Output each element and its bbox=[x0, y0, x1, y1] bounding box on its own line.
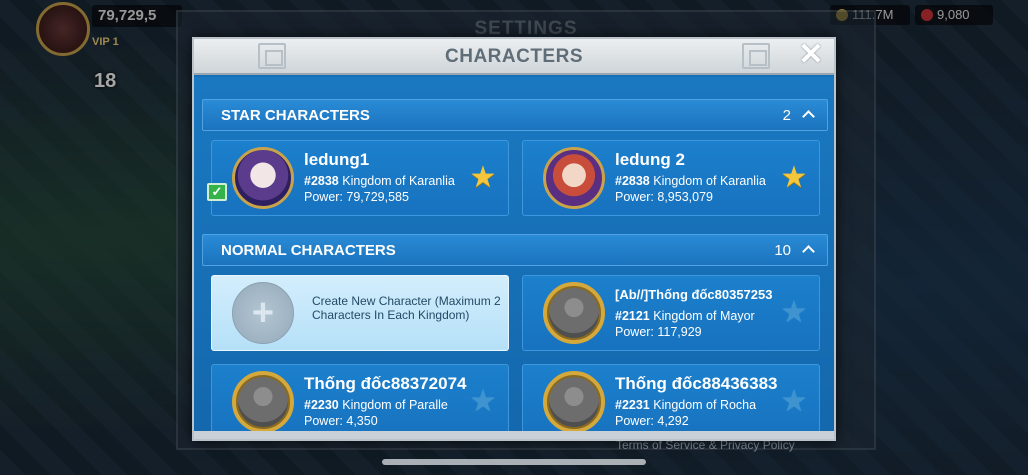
character-kingdom: #2231 Kingdom of Rocha bbox=[615, 398, 756, 412]
kingdom-name: Kingdom of Karanlia bbox=[653, 174, 766, 188]
kingdom-id: #2230 bbox=[304, 398, 339, 412]
section-title: STAR CHARACTERS bbox=[221, 107, 370, 124]
character-name: Thống đốc88436383 bbox=[615, 374, 778, 393]
section-count: 2 bbox=[782, 107, 791, 124]
selected-check-icon: ✓ bbox=[207, 183, 227, 201]
character-power: Power: 8,953,079 bbox=[615, 190, 713, 204]
characters-modal: CHARACTERS ✕ STAR CHARACTERS 2 ✓ ledung1… bbox=[192, 37, 836, 441]
character-power: Power: 79,729,585 bbox=[304, 190, 409, 204]
character-power: Power: 4,350 bbox=[304, 414, 378, 428]
character-card-normal-3[interactable]: Thống đốc88436383 #2231 Kingdom of Rocha… bbox=[522, 364, 820, 431]
plus-icon: + bbox=[251, 292, 275, 334]
section-title: NORMAL CHARACTERS bbox=[221, 242, 396, 259]
modal-header: CHARACTERS ✕ bbox=[194, 39, 834, 75]
character-kingdom: #2838 Kingdom of Karanlia bbox=[304, 174, 455, 188]
character-portrait bbox=[232, 371, 294, 431]
section-count: 10 bbox=[774, 242, 791, 259]
kingdom-id: #2838 bbox=[304, 174, 339, 188]
star-empty-icon[interactable]: ★ bbox=[779, 298, 809, 328]
star-characters-header[interactable]: STAR CHARACTERS 2 bbox=[202, 99, 828, 131]
character-card-normal-2[interactable]: Thống đốc88372074 #2230 Kingdom of Paral… bbox=[211, 364, 509, 431]
kingdom-id: #2838 bbox=[615, 174, 650, 188]
character-kingdom: #2121 Kingdom of Mayor bbox=[615, 309, 755, 323]
create-character-text: Create New Character (Maximum 2 Characte… bbox=[312, 294, 501, 322]
modal-body[interactable]: STAR CHARACTERS 2 ✓ ledung1 #2838 Kingdo… bbox=[194, 77, 834, 431]
character-portrait bbox=[543, 282, 605, 344]
chevron-up-icon[interactable] bbox=[802, 110, 815, 123]
character-portrait bbox=[543, 147, 605, 209]
character-name: Thống đốc88372074 bbox=[304, 374, 467, 393]
character-name: [Ab//]Thống đốc80357253 bbox=[615, 287, 773, 302]
kingdom-id: #2231 bbox=[615, 398, 650, 412]
modal-bottom-edge bbox=[194, 431, 834, 439]
character-card-ledung1[interactable]: ✓ ledung1 #2838 Kingdom of Karanlia Powe… bbox=[207, 140, 509, 216]
star-empty-icon[interactable]: ★ bbox=[779, 387, 809, 417]
character-card-normal-1[interactable]: [Ab//]Thống đốc80357253 #2121 Kingdom of… bbox=[522, 275, 820, 351]
character-name: ledung1 bbox=[304, 150, 370, 169]
star-empty-icon[interactable]: ★ bbox=[468, 387, 498, 417]
kingdom-name: Kingdom of Mayor bbox=[653, 309, 755, 323]
character-name: ledung 2 bbox=[615, 150, 685, 169]
character-kingdom: #2838 Kingdom of Karanlia bbox=[615, 174, 766, 188]
kingdom-name: Kingdom of Karanlia bbox=[342, 174, 455, 188]
kingdom-name: Kingdom of Rocha bbox=[653, 398, 757, 412]
character-kingdom: #2230 Kingdom of Paralle bbox=[304, 398, 448, 412]
chevron-up-icon[interactable] bbox=[802, 245, 815, 258]
normal-characters-header[interactable]: NORMAL CHARACTERS 10 bbox=[202, 234, 828, 266]
modal-title: CHARACTERS bbox=[445, 46, 583, 67]
add-character-button[interactable]: + bbox=[232, 282, 294, 344]
character-power: Power: 4,292 bbox=[615, 414, 689, 428]
close-icon[interactable]: ✕ bbox=[798, 40, 824, 70]
character-portrait bbox=[543, 371, 605, 431]
kingdom-name: Kingdom of Paralle bbox=[342, 398, 448, 412]
character-power: Power: 117,929 bbox=[615, 325, 702, 339]
character-card-ledung2[interactable]: ledung 2 #2838 Kingdom of Karanlia Power… bbox=[522, 140, 820, 216]
character-portrait bbox=[232, 147, 294, 209]
star-filled-icon[interactable]: ★ bbox=[779, 163, 809, 193]
star-filled-icon[interactable]: ★ bbox=[468, 163, 498, 193]
create-character-card[interactable]: + Create New Character (Maximum 2 Charac… bbox=[211, 275, 509, 351]
home-indicator[interactable] bbox=[382, 459, 646, 465]
kingdom-id: #2121 bbox=[615, 309, 650, 323]
header-ornament-icon bbox=[742, 43, 770, 69]
